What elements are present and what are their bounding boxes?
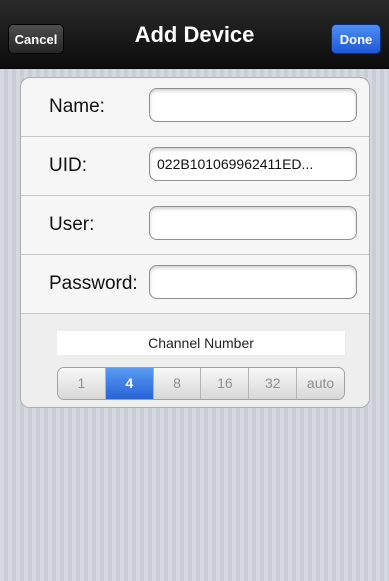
uid-label: UID: <box>49 155 87 176</box>
channel-option-32[interactable]: 32 <box>249 368 298 399</box>
name-row: Name: <box>21 78 369 137</box>
channel-number-label: Channel Number <box>57 331 345 355</box>
password-row: Password: <box>21 255 369 314</box>
name-field[interactable] <box>149 88 357 122</box>
navigation-bar: Cancel Add Device Done <box>0 0 389 69</box>
channel-option-auto[interactable]: auto <box>297 368 344 399</box>
channel-option-8[interactable]: 8 <box>153 368 202 399</box>
add-device-form: Name: UID: 022B101069962411ED... User: P… <box>20 77 370 408</box>
user-field[interactable] <box>149 206 357 240</box>
password-label: Password: <box>49 273 138 294</box>
user-row: User: <box>21 196 369 255</box>
channel-segmented-control: 1 4 8 16 32 auto <box>57 367 345 400</box>
channel-section: Channel Number 1 4 8 16 32 auto <box>21 314 369 407</box>
channel-option-16[interactable]: 16 <box>201 368 250 399</box>
uid-field[interactable]: 022B101069962411ED... <box>149 147 357 181</box>
channel-option-4[interactable]: 4 <box>105 368 154 399</box>
uid-row: UID: 022B101069962411ED... <box>21 137 369 196</box>
password-field[interactable] <box>149 265 357 299</box>
user-label: User: <box>49 214 95 235</box>
done-button[interactable]: Done <box>331 24 381 54</box>
channel-option-1[interactable]: 1 <box>58 368 106 399</box>
name-label: Name: <box>49 96 105 117</box>
